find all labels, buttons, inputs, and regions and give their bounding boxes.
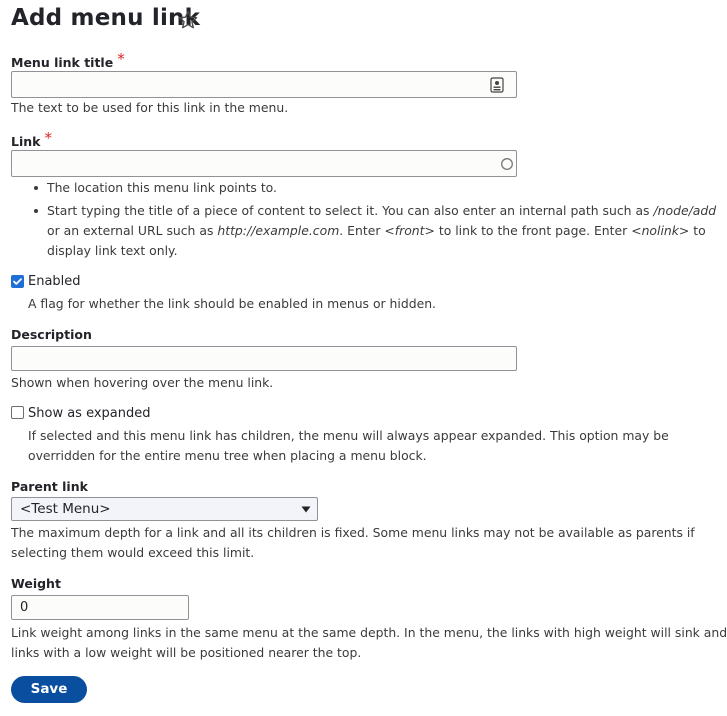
star-outline-icon[interactable]	[177, 9, 199, 31]
weight-label: Weight	[11, 576, 61, 591]
list-item: Start typing the title of a piece of con…	[11, 201, 716, 261]
weight-description-line-1: Link weight among links in the same menu…	[11, 625, 727, 640]
enabled-description: A flag for whether the link should be en…	[28, 296, 436, 311]
description-help: Shown when hovering over the menu link.	[11, 375, 274, 390]
required-marker: *	[44, 129, 52, 147]
parent-link-description-line-2: selecting them would exceed this limit.	[11, 545, 255, 560]
description-input[interactable]	[11, 346, 517, 371]
expanded-label[interactable]: Show as expanded	[28, 406, 151, 421]
menu-link-title-label-text: Menu link title	[11, 55, 114, 70]
weight-input[interactable]	[11, 595, 189, 620]
page-title: Add menu link	[11, 5, 201, 31]
menu-link-title-label: Menu link title *	[11, 50, 125, 71]
expanded-description-line-1: If selected and this menu link has child…	[28, 428, 669, 443]
expanded-description-line-2: overridden for the entire menu tree when…	[28, 448, 427, 463]
link-help-list: The location this menu link points to. S…	[11, 178, 716, 261]
link-input[interactable]	[11, 150, 517, 177]
expanded-checkbox[interactable]	[11, 406, 24, 419]
parent-link-label: Parent link	[11, 479, 88, 494]
parent-link-select[interactable]: <Test Menu>	[11, 497, 318, 521]
list-item: The location this menu link points to.	[11, 178, 716, 198]
autocomplete-circle-icon	[501, 158, 513, 170]
link-label: Link *	[11, 129, 52, 150]
description-label: Description	[11, 327, 92, 342]
triangle-down-icon	[301, 506, 311, 513]
parent-link-selected-value: <Test Menu>	[20, 501, 111, 517]
required-marker: *	[117, 50, 125, 68]
parent-link-description-line-1: The maximum depth for a link and all its…	[11, 525, 695, 540]
save-button[interactable]: Save	[11, 676, 87, 703]
checkmark-icon	[13, 278, 22, 285]
enabled-checkbox[interactable]	[11, 275, 24, 288]
enabled-label[interactable]: Enabled	[28, 274, 81, 289]
weight-description-line-2: links with a low weight will be position…	[11, 645, 362, 660]
menu-link-title-description: The text to be used for this link in the…	[11, 100, 289, 115]
menu-link-title-input[interactable]	[11, 71, 517, 98]
link-label-text: Link	[11, 134, 41, 149]
contact-card-icon	[490, 77, 504, 93]
